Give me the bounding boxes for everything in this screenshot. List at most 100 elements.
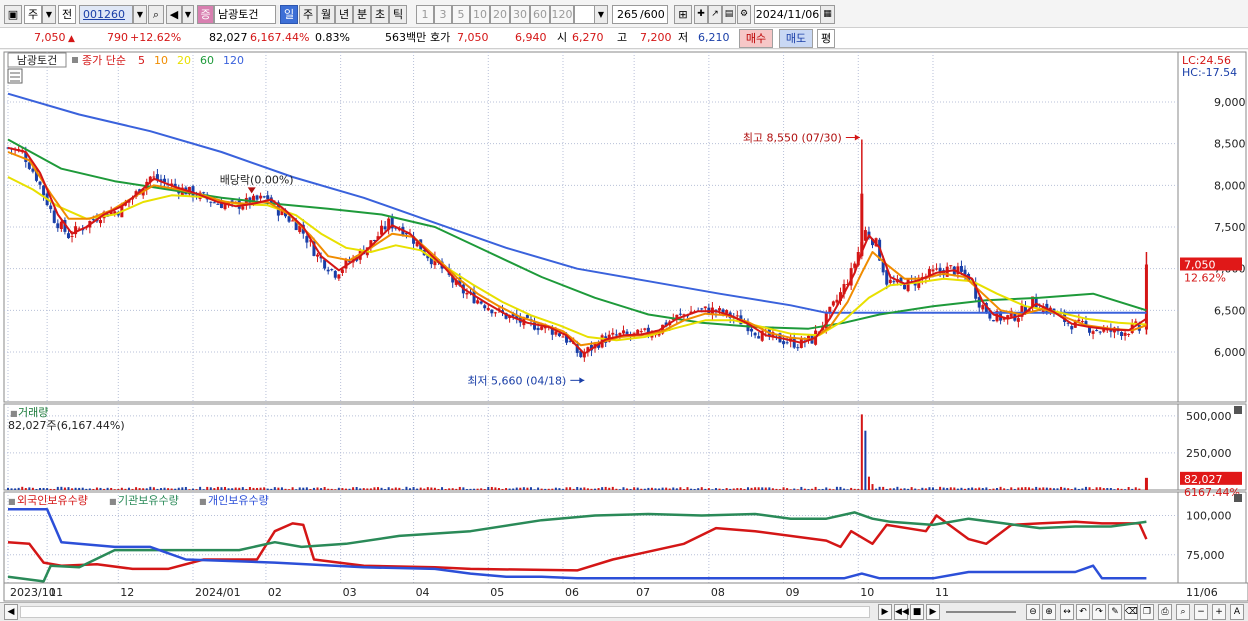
volume-bar bbox=[896, 486, 899, 490]
font-size-icon[interactable]: A bbox=[1230, 604, 1244, 620]
speed-slider[interactable] bbox=[946, 611, 1016, 613]
play-icon[interactable]: ▶ bbox=[926, 604, 940, 620]
fit-icon[interactable]: ↔ bbox=[1060, 604, 1074, 620]
rewind-icon[interactable]: ◀◀ bbox=[894, 604, 909, 620]
stock-name-field[interactable]: 남광토건 bbox=[214, 5, 276, 24]
period-tab-0[interactable]: 일 bbox=[280, 5, 298, 24]
minus-icon[interactable]: − bbox=[1194, 604, 1208, 620]
volume-bar bbox=[519, 487, 522, 490]
x-tick-label: 03 bbox=[343, 586, 357, 599]
x-axis-frame bbox=[3, 582, 1248, 602]
volume-bar bbox=[743, 488, 746, 490]
holding-legend-1: 기관보유수량 bbox=[118, 494, 179, 507]
interval-tab-10[interactable]: 10 bbox=[470, 5, 490, 24]
copy-icon[interactable]: ❐ bbox=[1140, 604, 1154, 620]
zoom-out-icon[interactable]: ⊖ bbox=[1026, 604, 1040, 620]
interval-tab-120[interactable]: 120 bbox=[550, 5, 574, 24]
save-icon[interactable]: ▤ bbox=[722, 5, 736, 24]
volume-bar bbox=[113, 489, 116, 490]
code-dropdown-icon[interactable]: ▼ bbox=[133, 5, 147, 24]
holding-legend-bullet: ■ bbox=[8, 497, 16, 506]
volume-bar bbox=[266, 488, 269, 490]
undo-icon[interactable]: ↶ bbox=[1076, 604, 1090, 620]
erase-icon[interactable]: ⌫ bbox=[1124, 604, 1138, 620]
interval-tab-20[interactable]: 20 bbox=[490, 5, 510, 24]
volume-bar bbox=[505, 488, 508, 490]
candle-body bbox=[259, 195, 263, 199]
volume-bar bbox=[352, 487, 355, 490]
volume-bar bbox=[736, 488, 739, 490]
volume-bar bbox=[465, 489, 468, 490]
search-icon[interactable]: ⌕ bbox=[148, 5, 164, 24]
volume-bar bbox=[618, 489, 621, 490]
candle-body bbox=[152, 176, 156, 178]
candle-body bbox=[835, 299, 839, 303]
period-tab-3[interactable]: 년 bbox=[335, 5, 353, 24]
calendar-icon[interactable]: ▦ bbox=[820, 5, 835, 24]
interval-tab-5[interactable]: 5 bbox=[452, 5, 470, 24]
market-select[interactable]: 주 bbox=[24, 5, 42, 24]
chart-settings-icon[interactable]: ▣ bbox=[4, 5, 22, 24]
interval-tab-60[interactable]: 60 bbox=[530, 5, 550, 24]
volume-bar bbox=[170, 488, 173, 490]
scroll-track[interactable] bbox=[20, 606, 870, 618]
bid-label: 호가 bbox=[430, 31, 451, 44]
plus-icon[interactable]: + bbox=[1212, 604, 1226, 620]
current-price: 7,050 bbox=[34, 31, 66, 44]
volume-bar bbox=[216, 486, 219, 490]
candle-body bbox=[340, 269, 344, 273]
period-tab-2[interactable]: 월 bbox=[317, 5, 335, 24]
candle-body bbox=[490, 309, 494, 314]
crosshair-icon[interactable]: ✚ bbox=[694, 5, 708, 24]
volume-bar bbox=[1099, 487, 1102, 490]
volume-bar bbox=[323, 487, 326, 490]
volume-bar bbox=[184, 486, 187, 490]
period-tab-6[interactable]: 틱 bbox=[389, 5, 407, 24]
sell-button[interactable]: 매도 bbox=[779, 29, 813, 48]
stock-code-input[interactable]: 001260 bbox=[79, 5, 133, 24]
candle-body bbox=[465, 292, 469, 295]
volume-bar bbox=[78, 487, 81, 490]
candle-body bbox=[796, 347, 800, 349]
buy-button[interactable]: 매수 bbox=[739, 29, 773, 48]
interval-tab-3[interactable]: 3 bbox=[434, 5, 452, 24]
volume-bar bbox=[939, 486, 942, 490]
scroll-left-icon[interactable]: ◀ bbox=[4, 604, 18, 620]
interval-tab-30[interactable]: 30 bbox=[510, 5, 530, 24]
eval-button[interactable]: 평 bbox=[817, 29, 835, 48]
candle-body bbox=[316, 254, 320, 257]
market-dropdown-icon[interactable]: ▼ bbox=[42, 5, 56, 24]
scroll-right-icon[interactable]: ▶ bbox=[878, 604, 892, 620]
candle-body bbox=[479, 301, 483, 304]
speaker-dropdown-icon[interactable]: ▼ bbox=[182, 5, 194, 24]
magnifier-icon[interactable]: ⌕ bbox=[1176, 604, 1190, 620]
scope-select[interactable]: 전 bbox=[58, 5, 76, 24]
volume-bar bbox=[241, 487, 244, 490]
period-tab-5[interactable]: 초 bbox=[371, 5, 389, 24]
volume-bar bbox=[458, 486, 461, 490]
interval-dropdown-icon[interactable]: ▼ bbox=[594, 5, 608, 24]
count-input[interactable]: 265 bbox=[612, 5, 640, 24]
period-tab-4[interactable]: 분 bbox=[353, 5, 371, 24]
draw-icon[interactable]: ✎ bbox=[1108, 604, 1122, 620]
zoom-icon[interactable]: ↗ bbox=[708, 5, 722, 24]
volume-bar bbox=[28, 487, 31, 490]
print-icon[interactable]: ⎙ bbox=[1158, 604, 1172, 620]
interval-tab-1[interactable]: 1 bbox=[416, 5, 434, 24]
gear-icon[interactable]: ⚙ bbox=[737, 5, 751, 24]
last-volume-ratio: 6167.44% bbox=[1184, 486, 1240, 499]
stop-icon[interactable]: ■ bbox=[910, 604, 924, 620]
chart-svg[interactable]: 9,0008,5008,0007,5007,0006,5006,000500,0… bbox=[0, 50, 1248, 602]
date-input[interactable]: 2024/11/06 bbox=[754, 5, 821, 24]
period-tab-1[interactable]: 주 bbox=[299, 5, 317, 24]
volume-bar bbox=[341, 488, 344, 490]
ma-legend-10: 10 bbox=[154, 54, 168, 67]
high-label: 고 bbox=[617, 31, 628, 44]
compare-icon[interactable]: ⊞ bbox=[674, 5, 692, 24]
redo-icon[interactable]: ↷ bbox=[1092, 604, 1106, 620]
volume-bar bbox=[814, 486, 817, 490]
volume-bar bbox=[611, 486, 614, 490]
volume-bar bbox=[579, 487, 582, 490]
speaker-icon[interactable]: ◀ bbox=[166, 5, 182, 24]
zoom-in-icon[interactable]: ⊕ bbox=[1042, 604, 1056, 620]
